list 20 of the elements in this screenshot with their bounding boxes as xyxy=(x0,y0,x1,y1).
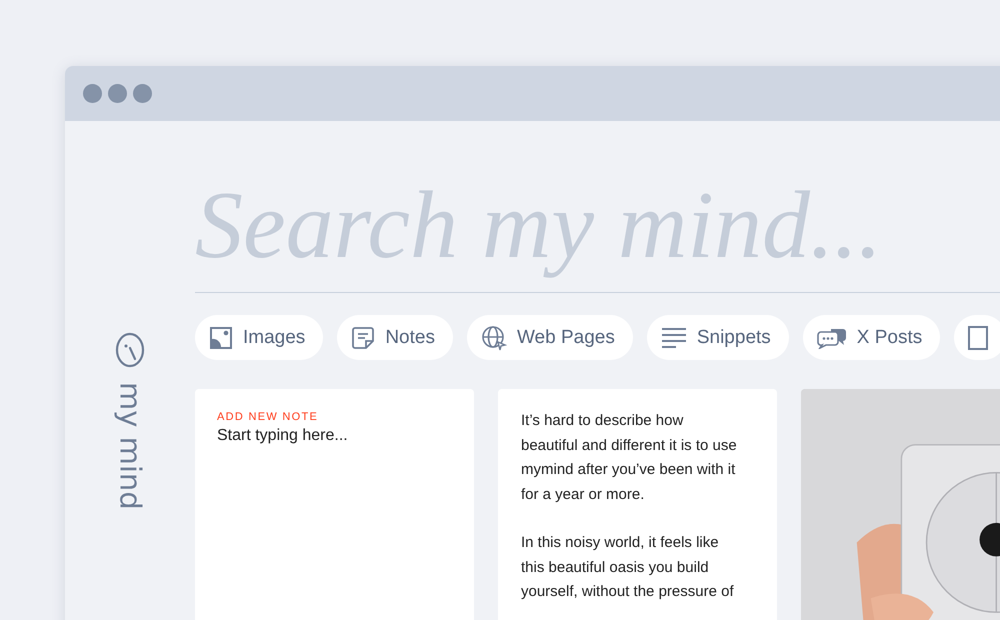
paragraph: In this noisy world, it feels like this beautiful oasis you build yourself, without the pressure of xyxy=(521,533,735,602)
filter-chip[interactable]: Notes xyxy=(337,315,453,360)
filter-chip[interactable]: X Posts xyxy=(802,315,940,360)
paragraph: It’s hard to describe how beautiful and different it is to use mymind after you’ve been with it for a year or more. xyxy=(521,411,737,504)
brand-name: my mind xyxy=(116,382,144,510)
speech-bubbles-icon xyxy=(816,326,847,348)
window-dot[interactable] xyxy=(133,84,152,103)
globe-icon xyxy=(480,324,507,350)
note-icon xyxy=(351,326,376,350)
image-icon xyxy=(209,326,233,350)
gauge-icon xyxy=(115,332,145,368)
card-heading: ADD NEW NOTE xyxy=(217,411,320,423)
window-dot[interactable] xyxy=(108,84,127,103)
filter-chip[interactable] xyxy=(954,315,1000,360)
lines-icon xyxy=(660,326,687,350)
document-icon xyxy=(968,326,988,350)
window-dot[interactable] xyxy=(83,84,102,103)
filter-chip[interactable]: Snippets xyxy=(646,315,789,360)
filter-chip[interactable]: Web Pages xyxy=(466,315,633,360)
filter-chip[interactable]: Images xyxy=(195,315,324,360)
